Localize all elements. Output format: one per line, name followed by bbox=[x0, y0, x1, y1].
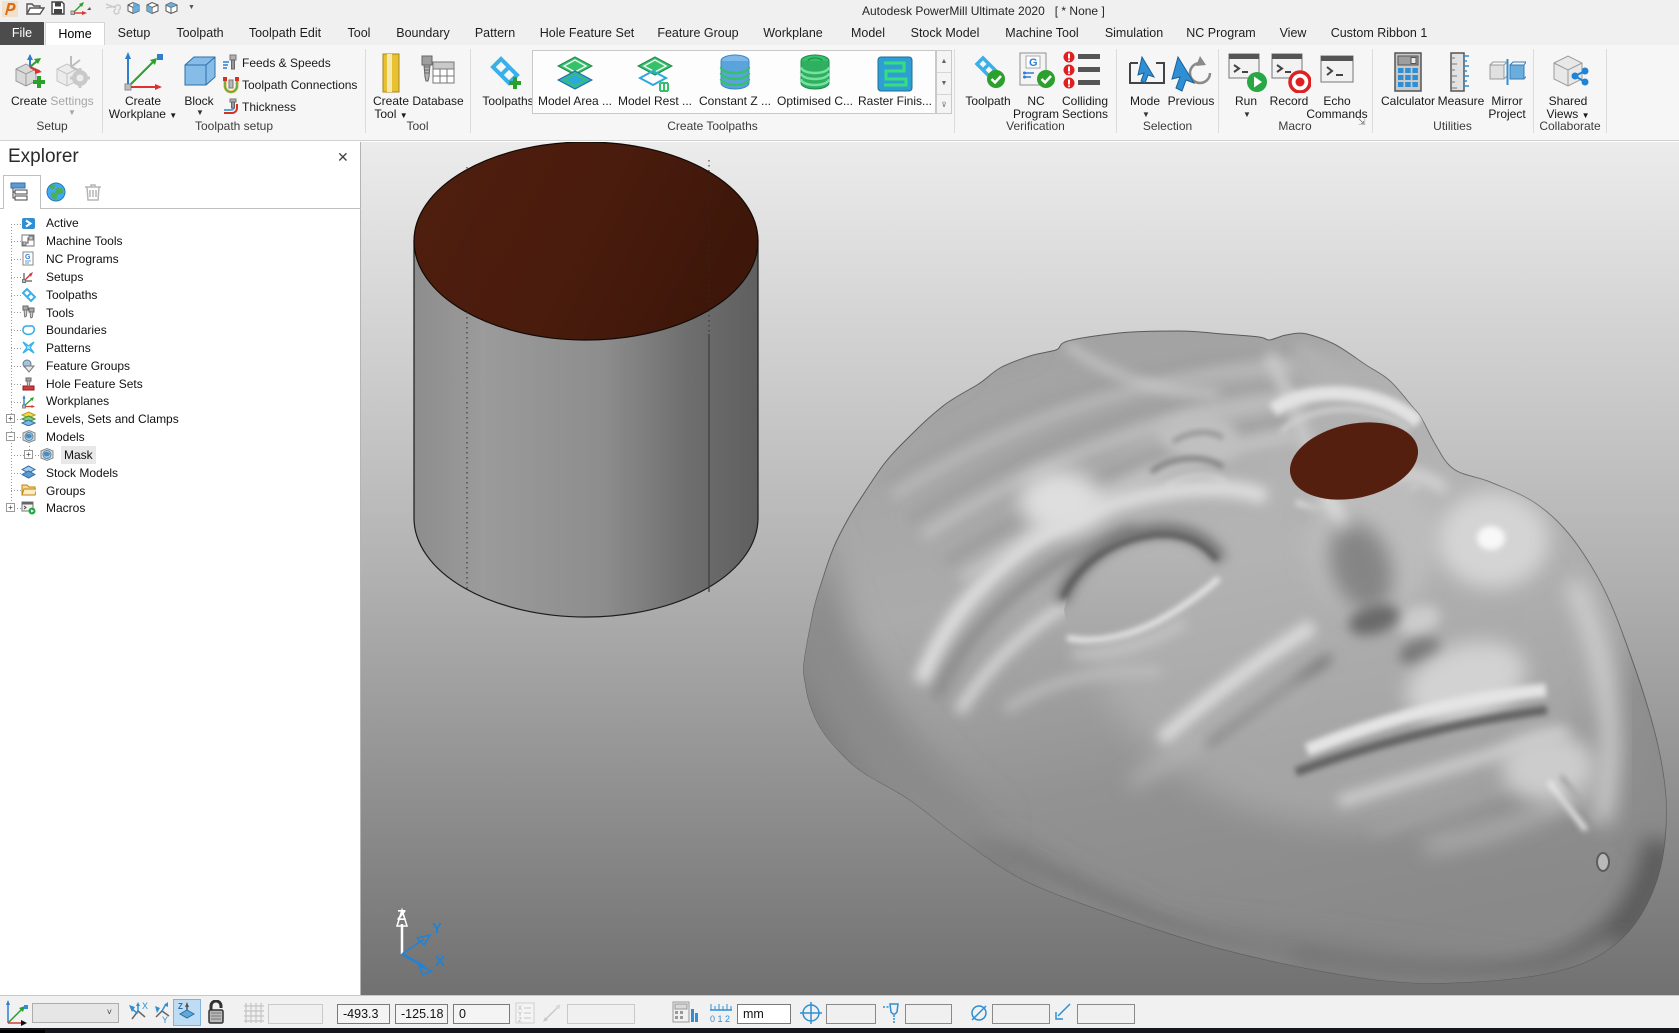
svg-text:X: X bbox=[435, 953, 445, 970]
svg-text:Z: Z bbox=[397, 907, 406, 924]
svg-text:Y: Y bbox=[432, 920, 442, 937]
svg-text:G: G bbox=[1029, 57, 1038, 69]
svg-text:0 1 2: 0 1 2 bbox=[710, 1014, 730, 1024]
svg-text:Z: Z bbox=[518, 1018, 522, 1024]
svg-text:Z: Z bbox=[178, 1002, 183, 1011]
svg-text:X: X bbox=[142, 1001, 148, 1011]
svg-text:G: G bbox=[25, 254, 31, 261]
svg-text:Y: Y bbox=[162, 1015, 168, 1025]
